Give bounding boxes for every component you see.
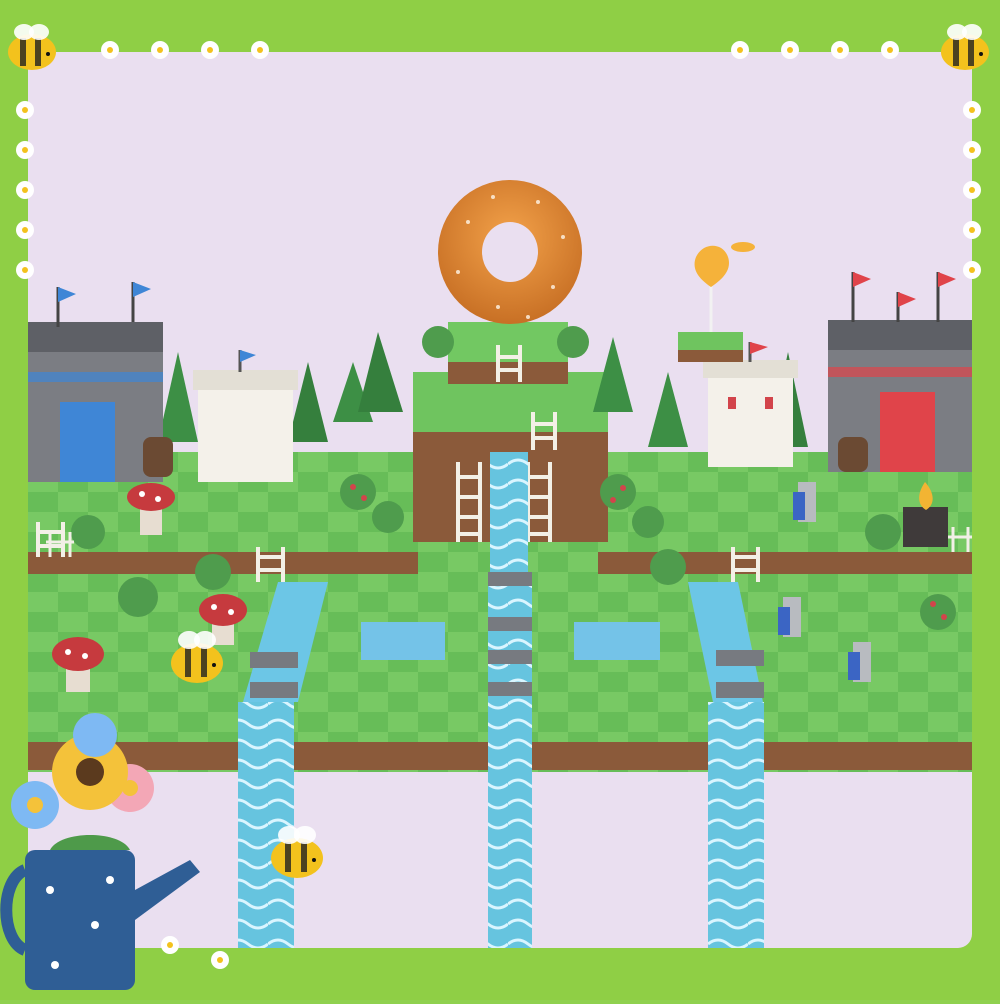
green-frame bbox=[0, 0, 1000, 1000]
daisy-border bbox=[16, 41, 981, 969]
